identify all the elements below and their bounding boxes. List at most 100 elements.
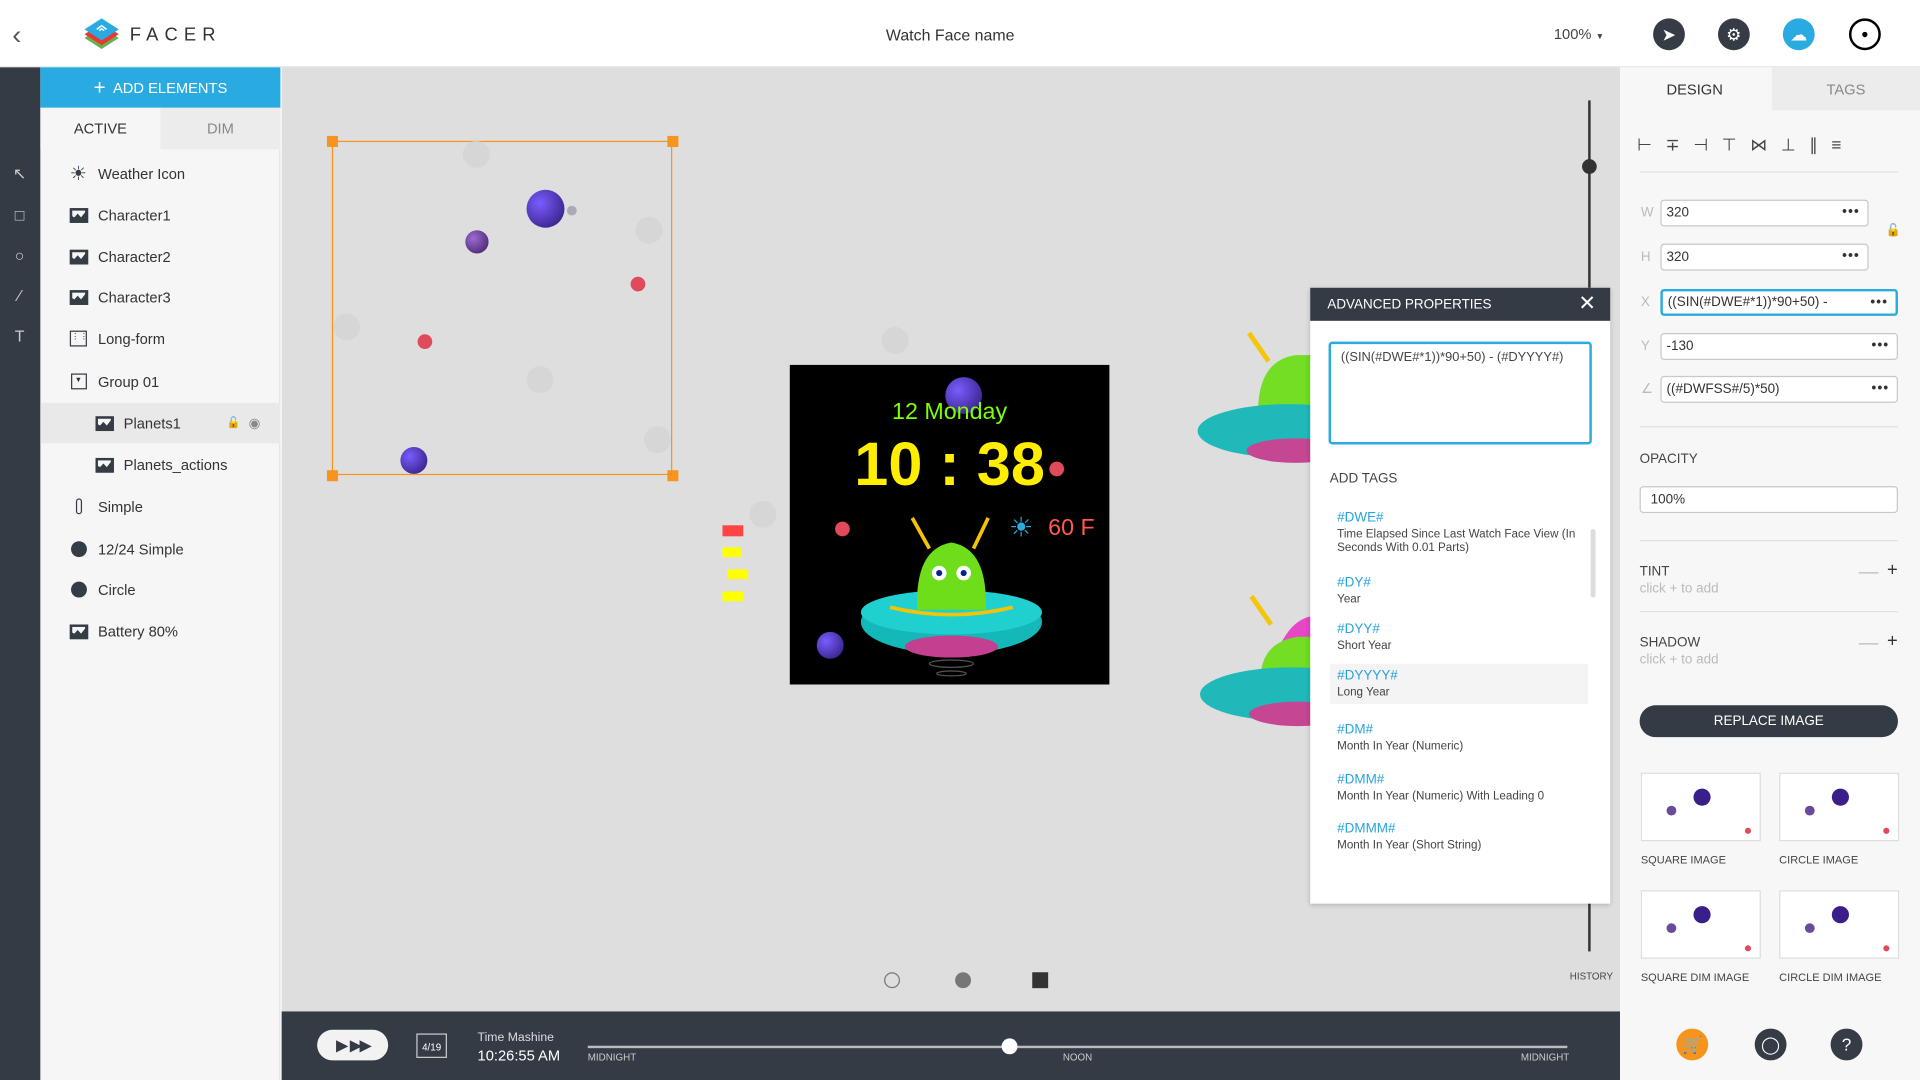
height-field[interactable]: 320 ••• — [1660, 243, 1869, 271]
close-icon[interactable]: ✕ — [1578, 291, 1595, 315]
tab-active[interactable]: ACTIVE — [40, 107, 161, 150]
align-left-icon[interactable]: ⊢ — [1637, 135, 1652, 156]
play-controls[interactable]: ▶ ▶▶ — [317, 1029, 389, 1061]
zoom-select[interactable]: 100% ▼ — [1554, 26, 1604, 43]
tag-item[interactable]: #DYY# Short Year — [1330, 617, 1588, 657]
x-field[interactable]: ((SIN(#DWE#*1))*90+50) - ••• — [1660, 288, 1898, 316]
expression-textarea[interactable]: ((SIN(#DWE#*1))*90+50) - (#DYYYY#) — [1328, 341, 1592, 445]
square-face-icon[interactable] — [1032, 972, 1049, 989]
image-thumbnail[interactable] — [1779, 772, 1900, 842]
watch-time: 10 : 38 — [854, 429, 1045, 499]
timeline-track[interactable] — [587, 1045, 1568, 1049]
tab-dim[interactable]: DIM — [160, 107, 281, 150]
opacity-field[interactable]: 100% — [1639, 486, 1898, 514]
tint-label: TINT — [1639, 564, 1670, 580]
shop-icon[interactable]: 🛒 — [1676, 1028, 1709, 1061]
resize-handle[interactable] — [326, 470, 338, 482]
settings-icon[interactable]: ⚙ — [1717, 18, 1750, 51]
tag-item[interactable]: #DYYYY# Long Year — [1329, 663, 1589, 705]
more-icon[interactable]: ••• — [1872, 338, 1890, 353]
tag-item[interactable]: #DY# Year — [1330, 571, 1588, 611]
round-face-icon[interactable] — [884, 972, 901, 989]
layer-item[interactable]: Battery 80% — [40, 611, 280, 651]
layer-item[interactable]: Circle — [40, 569, 280, 609]
align-top-icon[interactable]: ⊤ — [1722, 135, 1737, 156]
layer-item[interactable]: Planets1 🔓 ◉ — [40, 402, 281, 444]
tag-item[interactable]: #DMM# Month In Year (Numeric) With Leadin… — [1330, 768, 1588, 808]
align-center-icon[interactable]: ∓ — [1666, 135, 1680, 156]
layer-item[interactable]: ▼ Group 01 — [40, 361, 280, 401]
advanced-properties-dialog: ADVANCED PROPERTIES ✕ ((SIN(#DWE#*1))*90… — [1310, 287, 1611, 904]
share-icon[interactable]: ➤ — [1653, 18, 1685, 51]
tint-add-button[interactable]: + — [1887, 560, 1898, 581]
back-icon[interactable]: ‹ — [12, 20, 21, 52]
more-icon[interactable]: ••• — [1842, 249, 1860, 264]
time-machine-time: 10:26:55 AM — [477, 1046, 561, 1065]
more-icon[interactable]: ••• — [1842, 204, 1860, 219]
timeline-handle[interactable] — [1001, 1038, 1018, 1055]
shadow-hint: click + to add — [1639, 652, 1719, 668]
select-tool-icon[interactable]: ↖ — [10, 164, 30, 184]
date-picker[interactable]: 4/19 — [416, 1033, 447, 1058]
cloud-upload-icon[interactable]: ☁ — [1782, 18, 1815, 51]
selection-box[interactable] — [331, 140, 673, 476]
layer-item[interactable]: Character3 — [40, 277, 280, 317]
layer-item[interactable]: ☀ Weather Icon — [40, 153, 280, 193]
watch-preview-icon[interactable]: ◯ — [1754, 1028, 1787, 1061]
tag-description: Time Elapsed Since Last Watch Face View … — [1337, 527, 1576, 555]
tint-remove-button[interactable]: — — [1859, 562, 1879, 584]
align-bottom-icon[interactable]: ⊥ — [1781, 135, 1796, 156]
fast-forward-icon[interactable]: ▶▶ — [350, 1035, 372, 1055]
shadow-remove-button[interactable]: — — [1859, 633, 1879, 655]
image-thumbnail[interactable] — [1640, 772, 1761, 842]
avatar[interactable]: ● — [1848, 18, 1881, 51]
line-tool-icon[interactable]: ∕ — [10, 287, 30, 307]
layer-item[interactable]: Character1 — [40, 195, 280, 235]
circle-face-icon[interactable] — [955, 972, 972, 989]
y-field[interactable]: -130 ••• — [1660, 333, 1898, 361]
more-icon[interactable]: ••• — [1872, 381, 1890, 396]
text-tool-icon[interactable]: T — [10, 327, 30, 347]
resize-handle[interactable] — [326, 135, 338, 147]
distribute-vertical-icon[interactable]: ≡ — [1831, 135, 1841, 156]
tag-item[interactable]: #DM# Month In Year (Numeric) — [1330, 718, 1588, 758]
lock-aspect-icon[interactable]: 🔓 — [1886, 224, 1901, 237]
tag-item[interactable]: #DMMM# Month In Year (Short String) — [1330, 817, 1588, 857]
add-elements-button[interactable]: + ADD ELEMENTS — [40, 67, 281, 108]
tag-item[interactable]: #DWE# Time Elapsed Since Last Watch Face … — [1330, 506, 1588, 560]
rotation-field[interactable]: ((#DWFSS#/5)*50) ••• — [1660, 375, 1898, 403]
layer-label: Long-form — [97, 330, 165, 348]
tab-tags[interactable]: TAGS — [1771, 67, 1920, 111]
help-icon[interactable]: ? — [1830, 1028, 1863, 1061]
layer-item[interactable]: Planets_actions — [40, 444, 280, 484]
visibility-icon[interactable]: ◉ — [249, 415, 261, 431]
circle-tool-icon[interactable]: ○ — [10, 246, 30, 266]
calendar-icon: ⋮⋮ — [69, 330, 88, 347]
resize-handle[interactable] — [667, 135, 679, 147]
tags-scrollbar[interactable] — [1590, 528, 1596, 598]
lock-icon[interactable]: 🔓 — [227, 416, 241, 429]
resize-handle[interactable] — [667, 470, 679, 482]
watch-face-preview[interactable]: 12 Monday 10 : 38 ☀ 60 F — [789, 364, 1110, 685]
thermometer-icon — [69, 498, 89, 515]
more-icon[interactable]: ••• — [1870, 295, 1888, 310]
shadow-add-button[interactable]: + — [1887, 631, 1898, 652]
layer-item[interactable]: Character2 — [40, 236, 280, 276]
distribute-horizontal-icon[interactable]: ∥ — [1809, 135, 1818, 156]
layer-item[interactable]: 12/24 Simple — [40, 529, 280, 569]
align-right-icon[interactable]: ⊣ — [1693, 135, 1708, 156]
play-icon[interactable]: ▶ — [336, 1035, 348, 1055]
layer-label: Character1 — [97, 206, 171, 224]
history-slider-handle[interactable] — [1582, 159, 1597, 174]
add-tags-label: ADD TAGS — [1329, 471, 1398, 487]
x-label: X — [1640, 295, 1650, 310]
layer-item[interactable]: Simple — [40, 486, 280, 526]
width-field[interactable]: 320 ••• — [1660, 199, 1869, 227]
image-thumbnail[interactable] — [1779, 890, 1900, 959]
rectangle-tool-icon[interactable]: □ — [10, 206, 30, 226]
layer-item[interactable]: ⋮⋮ Long-form — [40, 318, 280, 358]
align-middle-icon[interactable]: ⋈ — [1750, 135, 1767, 156]
image-thumbnail[interactable] — [1640, 890, 1761, 959]
replace-image-button[interactable]: REPLACE IMAGE — [1639, 705, 1898, 738]
tab-design[interactable]: DESIGN — [1620, 67, 1770, 111]
